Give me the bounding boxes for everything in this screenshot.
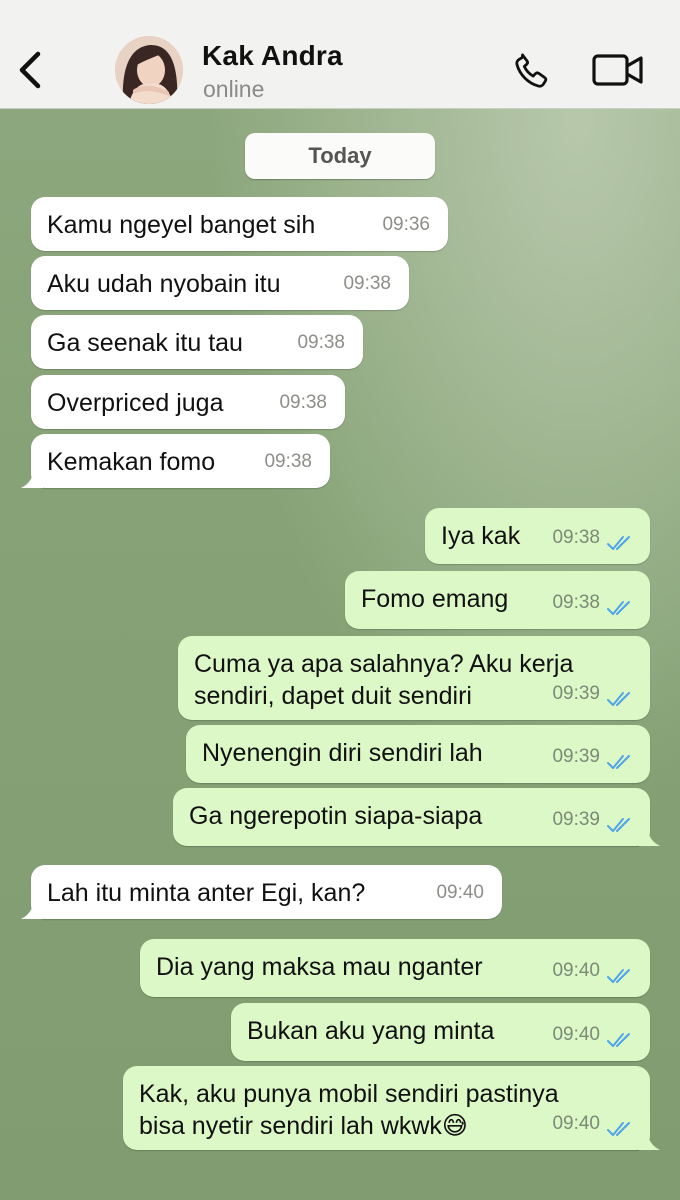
read-receipt-icon bbox=[607, 818, 630, 832]
message-text: Kak, aku punya mobil sendiri pastinya bis… bbox=[139, 1078, 559, 1142]
incoming-message[interactable]: Lah itu minta anter Egi, kan? 09:40 bbox=[21, 865, 502, 919]
video-camera-icon[interactable] bbox=[592, 53, 644, 87]
message-time: 09:38 bbox=[297, 332, 345, 353]
message-text: Ga ngerepotin siapa-siapa bbox=[189, 800, 482, 832]
message-line: Dia yang maksa mau nganter bbox=[156, 953, 483, 981]
message-time: 09:40 bbox=[552, 1024, 600, 1045]
message-text: Bukan aku yang minta bbox=[247, 1015, 494, 1047]
contact-photo bbox=[115, 36, 183, 104]
read-receipt-icon bbox=[607, 601, 630, 615]
outgoing-message[interactable]: Iya kak 09:38 bbox=[425, 508, 650, 564]
message-text: Aku udah nyobain itu bbox=[47, 268, 281, 300]
phone-icon[interactable] bbox=[511, 50, 553, 92]
message-time: 09:38 bbox=[264, 451, 312, 472]
bubble-tail bbox=[21, 901, 43, 919]
message-line: Kemakan fomo bbox=[47, 448, 216, 476]
message-line: Cuma ya apa salahnya? Aku kerja bbox=[194, 650, 574, 678]
message-list[interactable]: Today Kamu ngeyel banget sih 09:36 Aku uda… bbox=[0, 109, 680, 1200]
incoming-message[interactable]: Ga seenak itu tau 09:38 bbox=[31, 315, 363, 369]
outgoing-message[interactable]: Nyenengin diri sendiri lah 09:39 bbox=[186, 725, 650, 783]
message-text: Overpriced juga bbox=[47, 387, 223, 419]
message-line: Ga ngerepotin siapa-siapa bbox=[189, 802, 483, 830]
chevron-left-icon[interactable] bbox=[14, 48, 48, 92]
message-text: Cuma ya apa salahnya? Aku kerja sendiri, … bbox=[194, 648, 573, 712]
message-time: 09:39 bbox=[552, 683, 600, 704]
outgoing-message[interactable]: Kak, aku punya mobil sendiri pastinya bis… bbox=[123, 1066, 660, 1150]
message-line: Bukan aku yang minta bbox=[247, 1017, 495, 1045]
message-time: 09:38 bbox=[552, 527, 600, 548]
date-chip: Today bbox=[245, 133, 435, 179]
bubble-tail bbox=[21, 470, 43, 488]
message-time: 09:38 bbox=[552, 592, 600, 613]
message-text: Ga seenak itu tau bbox=[47, 327, 243, 359]
message-text: Lah itu minta anter Egi, kan? bbox=[47, 877, 365, 909]
message-text: Dia yang maksa mau nganter bbox=[156, 951, 483, 983]
chat-screen: Kak Andra online Today Kamu ngeyel bange… bbox=[0, 0, 680, 1200]
outgoing-message[interactable]: Ga ngerepotin siapa-siapa 09:39 bbox=[173, 788, 660, 846]
incoming-message[interactable]: Kamu ngeyel banget sih 09:36 bbox=[31, 197, 448, 251]
read-receipt-icon bbox=[607, 536, 630, 550]
message-text: Kemakan fomo bbox=[47, 446, 215, 478]
contact-status: online bbox=[203, 76, 265, 102]
message-time: 09:40 bbox=[552, 960, 600, 981]
message-time: 09:40 bbox=[436, 882, 484, 903]
message-line: Nyenengin diri sendiri lah bbox=[202, 739, 483, 767]
outgoing-message[interactable]: Bukan aku yang minta 09:40 bbox=[231, 1003, 650, 1061]
read-receipt-icon bbox=[607, 1122, 630, 1136]
message-text: Fomo emang bbox=[361, 583, 508, 615]
message-text: Iya kak bbox=[441, 520, 520, 552]
message-time: 09:36 bbox=[382, 214, 430, 235]
chat-header: Kak Andra online bbox=[0, 0, 680, 109]
bubble-tail bbox=[638, 1132, 660, 1150]
message-time: 09:40 bbox=[552, 1113, 600, 1134]
avatar[interactable] bbox=[115, 36, 183, 104]
message-line: bisa nyetir sendiri lah wkwk😅 bbox=[139, 1112, 468, 1140]
outgoing-message[interactable]: Dia yang maksa mau nganter 09:40 bbox=[140, 939, 650, 997]
message-time: 09:39 bbox=[552, 809, 600, 830]
message-text: Kamu ngeyel banget sih bbox=[47, 209, 315, 241]
message-line: Lah itu minta anter Egi, kan? bbox=[47, 879, 366, 907]
read-receipt-icon bbox=[607, 1033, 630, 1047]
message-text: Nyenengin diri sendiri lah bbox=[202, 737, 483, 769]
message-line: Kak, aku punya mobil sendiri pastinya bbox=[139, 1080, 559, 1108]
message-line: Kamu ngeyel banget sih bbox=[47, 211, 316, 239]
read-receipt-icon bbox=[607, 755, 630, 769]
message-line: Ga seenak itu tau bbox=[47, 329, 243, 357]
bubble-tail bbox=[638, 828, 660, 846]
incoming-message[interactable]: Kemakan fomo 09:38 bbox=[21, 434, 330, 488]
outgoing-message[interactable]: Cuma ya apa salahnya? Aku kerja sendiri, … bbox=[178, 636, 650, 720]
message-line: Aku udah nyobain itu bbox=[47, 270, 281, 298]
incoming-message[interactable]: Aku udah nyobain itu 09:38 bbox=[31, 256, 409, 310]
incoming-message[interactable]: Overpriced juga 09:38 bbox=[31, 375, 345, 429]
message-line: sendiri, dapet duit sendiri bbox=[194, 682, 472, 710]
read-receipt-icon bbox=[607, 969, 630, 983]
outgoing-message[interactable]: Fomo emang 09:38 bbox=[345, 571, 650, 629]
message-time: 09:38 bbox=[343, 273, 391, 294]
message-line: Overpriced juga bbox=[47, 389, 224, 417]
read-receipt-icon bbox=[607, 692, 630, 706]
message-line: Iya kak bbox=[441, 522, 521, 550]
message-time: 09:38 bbox=[279, 392, 327, 413]
message-line: Fomo emang bbox=[361, 585, 509, 613]
contact-name[interactable]: Kak Andra bbox=[202, 40, 343, 72]
message-time: 09:39 bbox=[552, 746, 600, 767]
